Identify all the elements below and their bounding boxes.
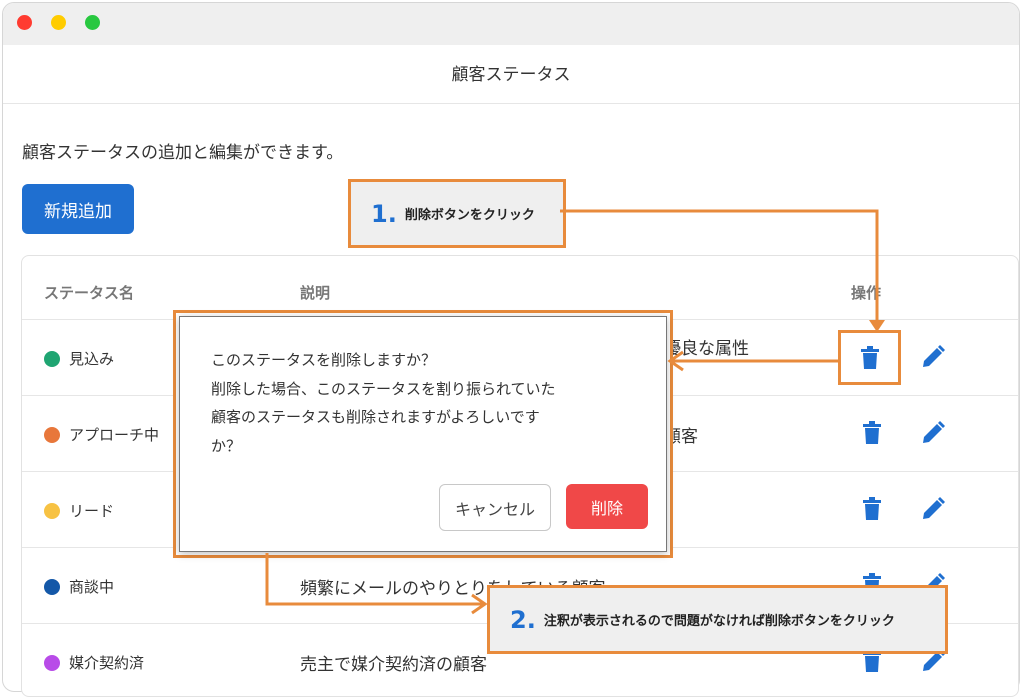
arrow-to-trash (560, 209, 879, 326)
annotation-arrows (265, 209, 885, 615)
arrowhead-down (869, 320, 885, 332)
arrow-to-callout-2 (265, 553, 484, 606)
